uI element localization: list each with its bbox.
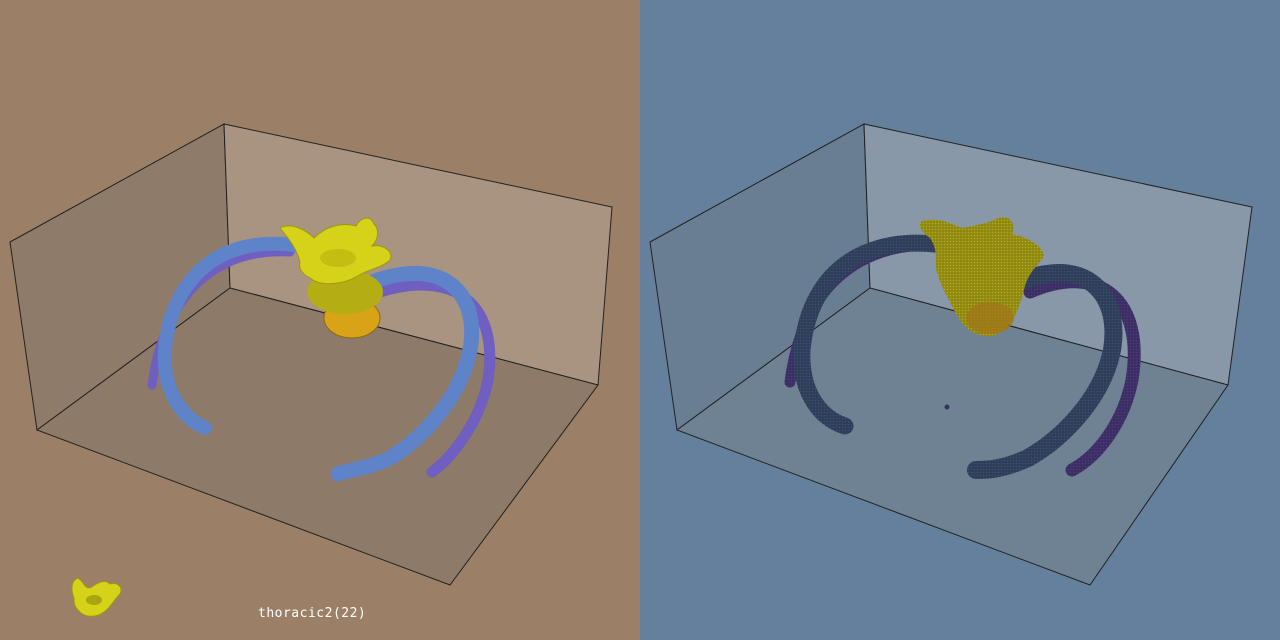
- dataset-caption: thoracic2(22): [258, 606, 367, 621]
- stray-point: [944, 404, 950, 410]
- point-render-canvas[interactable]: [640, 0, 1280, 640]
- point-render-viewport[interactable]: [640, 0, 1280, 640]
- surface-render-canvas[interactable]: [0, 0, 640, 640]
- surface-render-viewport[interactable]: thoracic2(22): [0, 0, 640, 640]
